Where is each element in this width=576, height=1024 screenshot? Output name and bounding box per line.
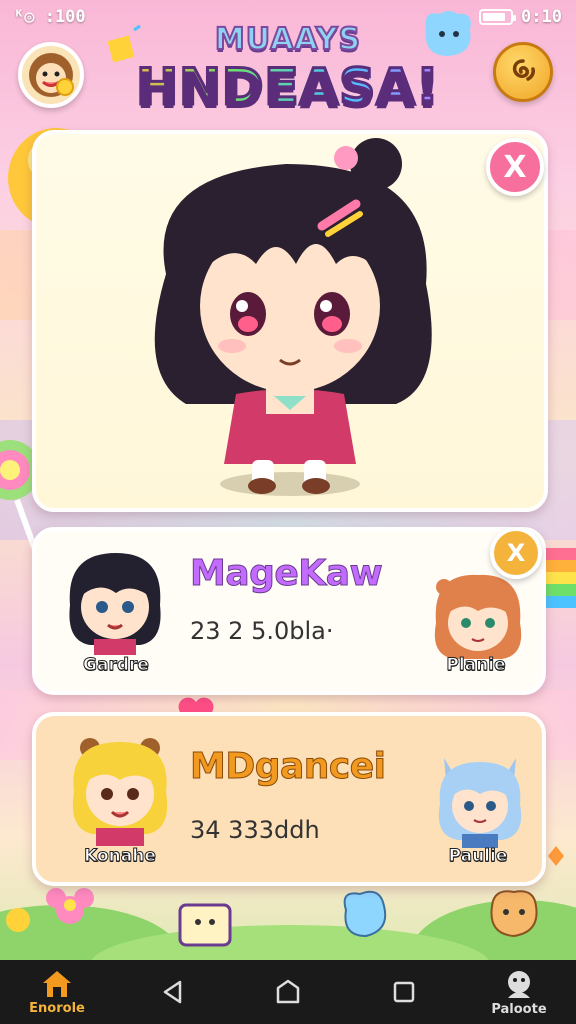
candy-flag-icon — [107, 24, 141, 63]
player-1-left-avatar — [69, 553, 161, 655]
close-icon: X — [503, 149, 527, 185]
player-2-left-avatar-label: Konahe — [84, 846, 157, 867]
player-1-left-avatar-label: Gardre — [83, 655, 150, 676]
nav-home[interactable]: Enorole — [22, 962, 92, 1022]
blue-creature-icon — [425, 11, 471, 56]
player-2-name: MDgancei — [190, 746, 387, 788]
rainbow-icon — [544, 548, 576, 608]
game-title: HNDEASA! — [0, 57, 576, 118]
player-1-right-avatar-label: Planie — [446, 655, 506, 676]
player-card-1[interactable]: Gardre MageKaw 23 2 5.0bla· Planie X — [32, 527, 546, 695]
home-icon — [43, 970, 71, 997]
nav-profile-label: Paloote — [491, 1001, 547, 1017]
bottom-navigation-bar: Enorole Paloote — [0, 960, 576, 1024]
player-1-close-button[interactable]: X — [490, 527, 542, 579]
character-preview-card: X — [32, 130, 548, 512]
player-2-stat: 34 333ddh — [190, 816, 320, 844]
player-2-right-avatar-label: Paulie — [448, 846, 508, 867]
profile-pet-icon — [508, 970, 530, 998]
back-triangle-icon — [163, 980, 181, 1004]
player-2-left-avatar — [72, 738, 168, 846]
player-card-2[interactable]: Konahe MDgancei 34 333ddh Paulie — [32, 712, 546, 886]
nav-back-button[interactable] — [138, 962, 208, 1022]
character-portrait — [154, 138, 432, 496]
close-icon: X — [506, 539, 526, 567]
hero-close-button[interactable]: X — [486, 138, 544, 196]
game-subtitle: MUAAYS — [214, 21, 362, 58]
nav-recents-button[interactable] — [369, 962, 439, 1022]
player-1-right-avatar — [434, 574, 522, 659]
home-circle-icon — [276, 979, 300, 1004]
nav-profile[interactable]: Paloote — [484, 962, 554, 1022]
player-2-right-avatar — [438, 758, 522, 848]
player-1-stat: 23 2 5.0bla· — [190, 617, 334, 645]
nav-home-label: Enorole — [29, 1000, 85, 1016]
player-1-name: MageKaw — [189, 553, 383, 595]
nav-home-button[interactable] — [253, 962, 323, 1022]
recents-square-icon — [393, 981, 414, 1003]
